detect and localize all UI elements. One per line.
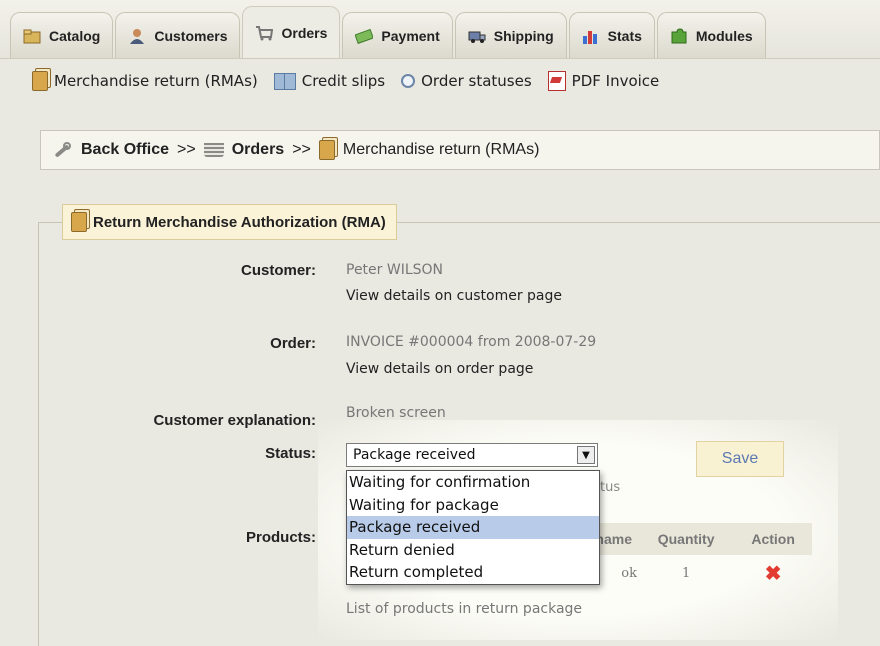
- delete-icon[interactable]: ✖: [765, 561, 782, 585]
- column-quantity: Quantity: [638, 523, 735, 555]
- subnav-order-statuses[interactable]: Order statuses: [401, 72, 532, 90]
- breadcrumb-orders[interactable]: Orders: [232, 141, 284, 159]
- customer-explanation-label: Customer explanation:: [153, 412, 316, 429]
- tab-orders[interactable]: Orders: [242, 6, 341, 58]
- subnav-credit-slips[interactable]: Credit slips: [273, 72, 386, 90]
- breadcrumb-separator: >>: [292, 141, 311, 158]
- puzzle-icon: [670, 27, 688, 44]
- status-option[interactable]: Waiting for confirmation: [347, 471, 599, 494]
- breadcrumb-current: Merchandise return (RMAs): [342, 141, 540, 158]
- wrench-icon: [51, 141, 73, 159]
- status-dropdown-list: Waiting for confirmation Waiting for pac…: [346, 470, 600, 585]
- subnav-merchandise-return[interactable]: Merchandise return (RMAs): [32, 71, 258, 91]
- order-details-link[interactable]: View details on order page: [346, 361, 533, 377]
- tab-payment-label: Payment: [381, 27, 440, 44]
- order-label: Order:: [270, 335, 316, 352]
- sub-navigation: Merchandise return (RMAs) Credit slips O…: [0, 62, 880, 100]
- status-select-value: Package received: [353, 447, 476, 463]
- status-option[interactable]: Waiting for package: [347, 494, 599, 517]
- customer-label: Customer:: [240, 262, 316, 279]
- subnav-merchandise-return-label: Merchandise return (RMAs): [54, 72, 258, 90]
- user-icon: [128, 28, 146, 44]
- document-icon: [32, 71, 48, 91]
- save-button[interactable]: Save: [696, 441, 784, 477]
- rma-panel-title-text: Return Merchandise Authorization (RMA): [93, 213, 386, 231]
- tab-catalog-label: Catalog: [49, 27, 101, 44]
- tab-catalog[interactable]: Catalog: [10, 12, 114, 58]
- folder-icon: [23, 28, 41, 44]
- document-icon: [71, 212, 87, 232]
- tab-stats[interactable]: Stats: [568, 12, 655, 58]
- main-tabs: Catalog Customers Orders Payment Shippin…: [10, 6, 768, 58]
- tab-customers-label: Customers: [154, 27, 228, 44]
- products-label: Products:: [245, 529, 316, 546]
- cart-icon: [203, 143, 224, 157]
- tab-shipping-label: Shipping: [493, 27, 554, 44]
- tab-payment[interactable]: Payment: [342, 12, 453, 58]
- subnav-order-statuses-label: Order statuses: [421, 72, 532, 90]
- document-icon: [318, 140, 335, 160]
- breadcrumb-back-office[interactable]: Back Office: [81, 141, 169, 159]
- customer-name: Peter WILSON: [346, 262, 444, 278]
- breadcrumb-separator: >>: [177, 141, 196, 158]
- customer-details-link[interactable]: View details on customer page: [346, 288, 562, 304]
- chart-icon: [582, 28, 600, 44]
- truck-icon: [468, 28, 486, 44]
- tab-customers[interactable]: Customers: [115, 12, 241, 58]
- tab-modules[interactable]: Modules: [656, 12, 766, 58]
- status-select[interactable]: Package received ▼: [346, 443, 598, 467]
- tab-orders-label: Orders: [281, 24, 328, 41]
- products-caption: List of products in return package: [346, 601, 583, 617]
- cart-icon: [255, 25, 274, 41]
- status-label: Status:: [265, 445, 316, 462]
- status-option[interactable]: Return completed: [347, 561, 599, 584]
- subnav-pdf-invoice-label: PDF Invoice: [571, 72, 660, 90]
- pdf-icon: [547, 71, 566, 91]
- app-window: Catalog Customers Orders Payment Shippin…: [0, 0, 880, 646]
- chevron-down-icon[interactable]: ▼: [577, 446, 595, 464]
- money-icon: [354, 28, 375, 44]
- tab-modules-label: Modules: [695, 27, 753, 44]
- subnav-pdf-invoice[interactable]: PDF Invoice: [547, 71, 660, 91]
- book-icon: [273, 72, 296, 90]
- clock-icon: [401, 74, 416, 88]
- product-quantity: 1: [681, 565, 691, 581]
- order-value: INVOICE #000004 from 2008-07-29: [346, 334, 597, 350]
- customer-explanation-value: Broken screen: [346, 405, 446, 421]
- breadcrumb: Back Office >> Orders >> Merchandise ret…: [40, 130, 880, 170]
- status-option[interactable]: Return denied: [347, 539, 599, 562]
- status-option-selected[interactable]: Package received: [347, 516, 599, 539]
- tab-stats-label: Stats: [607, 27, 642, 44]
- column-action: Action: [734, 523, 812, 555]
- rma-panel-title: Return Merchandise Authorization (RMA): [62, 204, 397, 240]
- subnav-credit-slips-label: Credit slips: [301, 72, 386, 90]
- tab-shipping[interactable]: Shipping: [454, 12, 567, 58]
- status-note: tus: [600, 480, 621, 495]
